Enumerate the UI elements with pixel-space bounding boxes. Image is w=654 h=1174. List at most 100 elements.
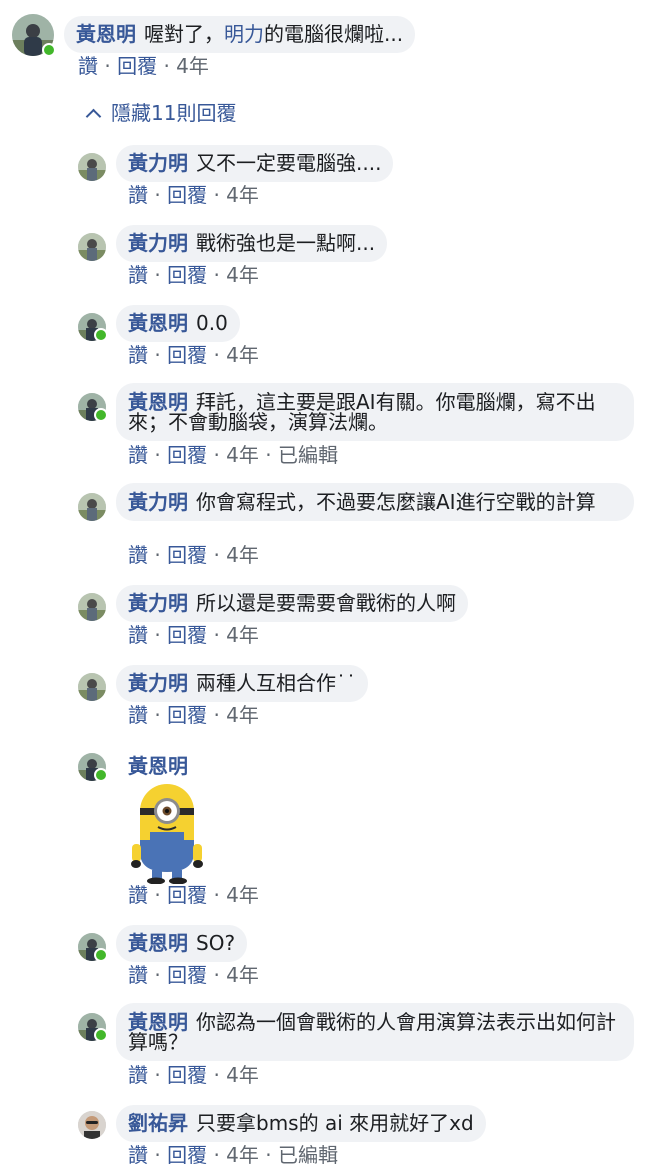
comment-actions: 讚 · 回覆 · 4年 · 已編輯 <box>128 443 338 467</box>
timestamp[interactable]: 4年 <box>226 343 259 367</box>
avatar[interactable] <box>78 673 106 701</box>
comment-bubble: 劉祐昇 只要拿bms的 ai 來用就好了xd <box>116 1105 486 1142</box>
avatar[interactable] <box>78 153 106 181</box>
reply-link[interactable]: 回覆 <box>167 443 207 467</box>
commenter-name[interactable]: 黃力明 <box>128 671 188 695</box>
comment-text: 只要拿bms的 ai 來用就好了xd <box>196 1111 474 1135</box>
comment-bubble: 黃恩明 拜託，這主要是跟AI有關。你電腦爛，寫不出來；不會動腦袋，演算法爛。 <box>116 383 634 441</box>
reply-link[interactable]: 回覆 <box>167 963 207 987</box>
timestamp[interactable]: 4年 <box>226 623 259 647</box>
comment-text: 又不一定要電腦強.... <box>196 151 382 175</box>
commenter-name[interactable]: 黃力明 <box>128 231 188 255</box>
comment-actions: 讚 · 回覆 · 4年 <box>128 343 259 367</box>
timestamp[interactable]: 4年 <box>226 543 259 567</box>
online-status-dot <box>94 948 108 962</box>
timestamp[interactable]: 4年 <box>226 883 259 907</box>
commenter-name[interactable]: 黃恩明 <box>76 22 136 46</box>
reply-link[interactable]: 回覆 <box>167 883 207 907</box>
comment-text: 0.0 <box>196 311 228 335</box>
edited-label[interactable]: 已編輯 <box>278 1143 338 1167</box>
comment-actions: 讚 · 回覆 · 4年 <box>128 623 259 647</box>
online-status-dot <box>94 328 108 342</box>
comment-text: 你認為一個會戰術的人會用演算法表示出如何計算嗎？ <box>128 1010 616 1054</box>
reply-link[interactable]: 回覆 <box>167 263 207 287</box>
timestamp[interactable]: 4年 <box>226 1063 259 1087</box>
comment-actions: 讚 · 回覆 · 4年 <box>128 883 259 907</box>
reply-link[interactable]: 回覆 <box>167 1063 207 1087</box>
avatar[interactable] <box>78 1111 106 1139</box>
avatar[interactable] <box>78 233 106 261</box>
comment-text: SO? <box>196 931 236 955</box>
mention-link[interactable]: 明力 <box>224 22 264 46</box>
reply-link[interactable]: 回覆 <box>167 543 207 567</box>
online-status-dot <box>94 408 108 422</box>
comment-text: 兩種人互相合作˙˙ <box>196 671 356 695</box>
comment-bubble: 黃恩明 SO? <box>116 925 248 962</box>
reply-link[interactable]: 回覆 <box>117 54 157 78</box>
reply-link[interactable]: 回覆 <box>167 703 207 727</box>
comment-actions: 讚 · 回覆 · 4年 <box>128 543 259 567</box>
online-status-dot <box>94 768 108 782</box>
online-status-dot <box>94 1028 108 1042</box>
like-link[interactable]: 讚 <box>128 343 148 367</box>
comment-actions: 讚 · 回覆 · 4年 <box>128 263 259 287</box>
commenter-name[interactable]: 黃恩明 <box>128 311 188 335</box>
commenter-name[interactable]: 劉祐昇 <box>128 1111 188 1135</box>
comment-text-rest: 的電腦很爛啦... <box>264 22 404 46</box>
like-link[interactable]: 讚 <box>128 263 148 287</box>
comment-actions: 讚 · 回覆 · 4年 <box>128 1063 259 1087</box>
comment-actions: 讚 · 回覆 · 4年 · 已編輯 <box>128 1143 338 1167</box>
like-link[interactable]: 讚 <box>128 1063 148 1087</box>
reply-link[interactable]: 回覆 <box>167 183 207 207</box>
hide-replies-toggle[interactable]: 隱藏11則回覆 <box>85 100 237 126</box>
comment-actions: 讚 · 回覆 · 4年 <box>128 183 259 207</box>
comment-bubble: 黃力明 所以還是要需要會戰術的人啊 <box>116 585 468 622</box>
hide-replies-label: 隱藏11則回覆 <box>111 101 237 125</box>
commenter-name[interactable]: 黃力明 <box>128 490 188 514</box>
online-status-dot <box>42 43 56 57</box>
comment-bubble: 黃恩明 0.0 <box>116 305 240 342</box>
timestamp[interactable]: 4年 <box>226 703 259 727</box>
like-link[interactable]: 讚 <box>128 1143 148 1167</box>
like-link[interactable]: 讚 <box>128 883 148 907</box>
comment-actions: 讚 · 回覆 · 4年 <box>128 963 259 987</box>
like-link[interactable]: 讚 <box>128 183 148 207</box>
edited-label[interactable]: 已編輯 <box>278 443 338 467</box>
like-link[interactable]: 讚 <box>128 623 148 647</box>
timestamp[interactable]: 4年 <box>226 963 259 987</box>
like-link[interactable]: 讚 <box>78 54 98 78</box>
timestamp[interactable]: 4年 <box>226 443 259 467</box>
comment-actions: 讚 · 回覆 · 4年 <box>128 703 259 727</box>
commenter-name[interactable]: 黃恩明 <box>128 750 188 779</box>
minion-sticker <box>130 782 204 885</box>
comment-text: 所以還是要需要會戰術的人啊 <box>196 591 456 615</box>
comment-text: 拜託，這主要是跟AI有關。你電腦爛，寫不出來；不會動腦袋，演算法爛。 <box>128 390 596 434</box>
timestamp[interactable]: 4年 <box>226 1143 259 1167</box>
avatar[interactable] <box>78 493 106 521</box>
like-link[interactable]: 讚 <box>128 543 148 567</box>
commenter-name[interactable]: 黃力明 <box>128 591 188 615</box>
reply-link[interactable]: 回覆 <box>167 343 207 367</box>
chevron-up-icon <box>85 108 102 125</box>
commenter-name[interactable]: 黃力明 <box>128 151 188 175</box>
reply-link[interactable]: 回覆 <box>167 1143 207 1167</box>
comment-bubble: 黃恩明 你認為一個會戰術的人會用演算法表示出如何計算嗎？ <box>116 1003 634 1061</box>
timestamp[interactable]: 4年 <box>176 54 209 78</box>
timestamp[interactable]: 4年 <box>226 183 259 207</box>
like-link[interactable]: 讚 <box>128 443 148 467</box>
reply-link[interactable]: 回覆 <box>167 623 207 647</box>
comment-text: 你會寫程式，不過要怎麼讓AI進行空戰的計算 <box>196 490 596 514</box>
comment-bubble: 黃力明 你會寫程式，不過要怎麼讓AI進行空戰的計算 <box>116 483 634 521</box>
commenter-name[interactable]: 黃恩明 <box>128 931 188 955</box>
comment-bubble: 黃恩明 喔對了，明力的電腦很爛啦... <box>64 16 416 53</box>
timestamp[interactable]: 4年 <box>226 263 259 287</box>
comment-text: 戰術強也是一點啊... <box>196 231 376 255</box>
comment-bubble: 黃力明 兩種人互相合作˙˙ <box>116 665 368 702</box>
avatar[interactable] <box>78 593 106 621</box>
comment-bubble: 黃力明 戰術強也是一點啊... <box>116 225 388 262</box>
like-link[interactable]: 讚 <box>128 703 148 727</box>
comment-actions: 讚 · 回覆 · 4年 <box>78 54 209 78</box>
comment-bubble: 黃力明 又不一定要電腦強.... <box>116 145 394 182</box>
comment-text: 喔對了， <box>144 22 224 46</box>
like-link[interactable]: 讚 <box>128 963 148 987</box>
